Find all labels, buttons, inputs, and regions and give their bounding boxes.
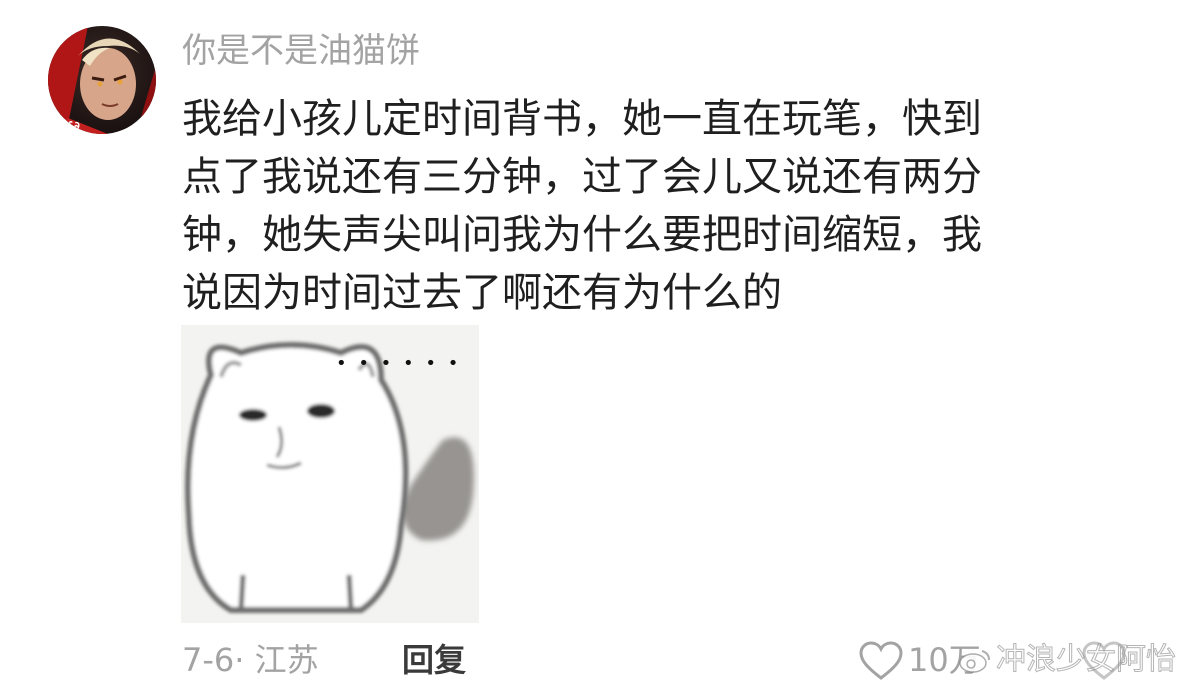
- comment-text-line: 钟，她失声尖叫问我为什么要把时间缩短，我: [182, 212, 982, 258]
- username[interactable]: 你是不是油猫饼: [182, 28, 420, 74]
- comment-text-line: 我给小孩儿定时间背书，她一直在玩笔，快到: [182, 96, 982, 142]
- reply-button[interactable]: 回复: [402, 638, 466, 682]
- watermark-heart-icon: [1082, 641, 1126, 680]
- comment-text: 我给小孩儿定时间背书，她一直在玩笔，快到 点了我说还有三分钟，过了会儿又说还有两…: [182, 90, 1102, 322]
- sticker-dots: • • • • • •: [336, 353, 461, 374]
- avatar[interactable]: ∫∂: [48, 26, 156, 134]
- comment-meta: 7-6· 江苏: [182, 641, 319, 679]
- sticker-image[interactable]: • • • • • •: [181, 325, 479, 623]
- comment-text-line: 点了我说还有三分钟，过了会儿又说还有两分: [182, 154, 982, 200]
- heart-outline-icon[interactable]: [858, 640, 904, 682]
- watermark: 冲浪少女阿怡: [958, 636, 1177, 684]
- comment-text-line: 说因为时间过去了啊还有为什么的: [182, 270, 782, 316]
- weibo-logo-icon: [959, 650, 990, 673]
- avatar-image: ∫∂: [48, 26, 156, 134]
- svg-text:∫∂: ∫∂: [66, 119, 80, 133]
